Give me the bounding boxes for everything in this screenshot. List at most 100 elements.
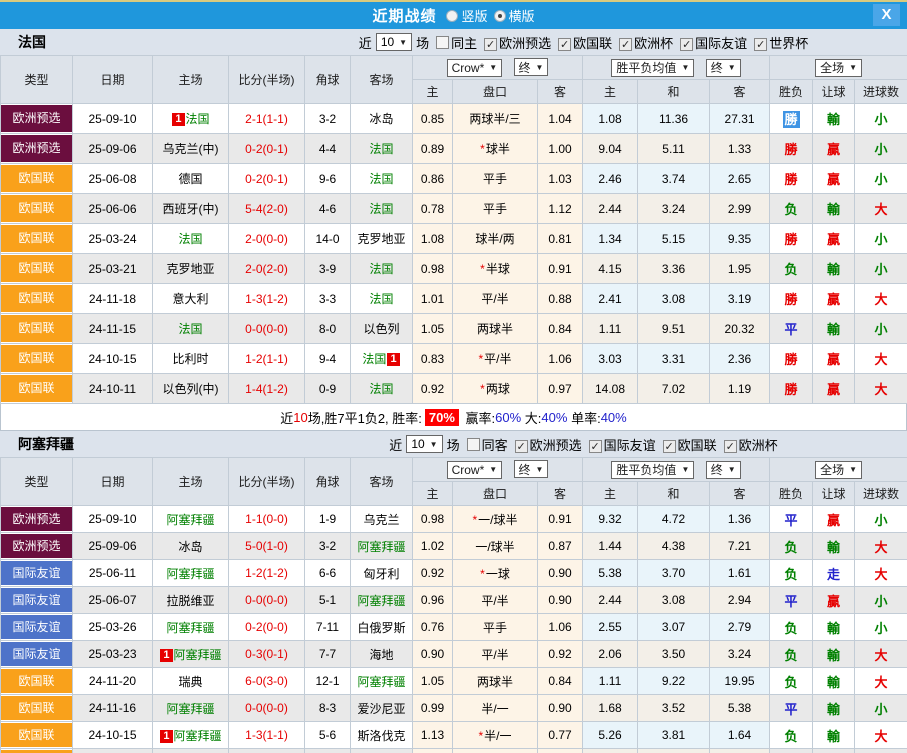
checkbox-checked-icon[interactable]: ✓ — [589, 440, 602, 453]
radio-horizontal-label[interactable]: 横版 — [509, 6, 535, 25]
star-icon: * — [472, 513, 477, 527]
star-icon: * — [480, 142, 485, 156]
checkbox-checked-icon[interactable]: ✓ — [754, 38, 767, 51]
cell-avg-home: 1.68 — [583, 695, 638, 722]
cell-date: 25-06-11 — [73, 560, 153, 587]
cell-odds-away: 0.90 — [538, 587, 583, 614]
league-filter[interactable]: ✓欧洲预选 — [508, 438, 582, 453]
league-filter-label[interactable]: 欧洲杯 — [739, 438, 778, 453]
competition-type-badge: 欧国联 — [1, 696, 72, 720]
odds-time-select[interactable]: 终▼ — [514, 58, 549, 76]
competition-type-badge: 欧洲预选 — [1, 135, 72, 162]
handicap-result-value: 贏 — [827, 382, 840, 397]
cell-type: 欧国联 — [1, 194, 73, 224]
cell-date: 25-09-06 — [73, 134, 153, 164]
close-button[interactable]: X — [873, 4, 900, 26]
league-filter[interactable]: ✓欧洲杯 — [612, 36, 673, 51]
competition-type-badge: 国际友谊 — [1, 561, 72, 585]
cell-score: 3-1(2-1) — [229, 749, 305, 753]
checkbox-checked-icon[interactable]: ✓ — [724, 440, 737, 453]
cell-handicap-result: 輸 — [813, 695, 855, 722]
team-name: 西班牙(中) — [163, 202, 219, 216]
league-filter[interactable]: ✓欧洲预选 — [477, 36, 551, 51]
cell-goals-result: 大 — [855, 641, 907, 668]
odds-company-select[interactable]: Crow*▼ — [447, 59, 503, 77]
league-filter[interactable]: ✓欧国联 — [551, 36, 612, 51]
same-venue-checkbox[interactable] — [467, 438, 480, 451]
odds-time-select[interactable]: 终▼ — [514, 460, 549, 478]
avg-type-select[interactable]: 胜平负均值▼ — [611, 461, 694, 479]
league-filter-label[interactable]: 国际友谊 — [695, 36, 747, 51]
league-filter-label[interactable]: 欧洲杯 — [634, 36, 673, 51]
subcol-header: 主 — [583, 80, 638, 104]
handicap-text: 球半/两 — [475, 232, 514, 246]
subcol-header: 客 — [538, 80, 583, 104]
scope-select[interactable]: 全场▼ — [815, 59, 862, 77]
cell-odds-home: 0.83 — [413, 344, 453, 374]
cell-odds-away: 0.77 — [538, 722, 583, 749]
cell-date: 25-06-08 — [73, 164, 153, 194]
cell-away: 法国 — [351, 284, 413, 314]
league-filter-label[interactable]: 国际友谊 — [604, 438, 656, 453]
avg-type-select[interactable]: 胜平负均值▼ — [611, 59, 694, 77]
competition-type-badge: 欧国联 — [1, 345, 72, 372]
cell-odds-away: 0.84 — [538, 668, 583, 695]
select-label-count: 10 — [411, 437, 424, 451]
cell-corners: 8-0 — [305, 314, 351, 344]
checkbox-checked-icon[interactable]: ✓ — [515, 440, 528, 453]
checkbox-checked-icon[interactable]: ✓ — [680, 38, 693, 51]
cell-handicap: 半/一 — [453, 695, 538, 722]
cell-goals-result: 大 — [855, 194, 907, 224]
avg-time-select[interactable]: 终▼ — [706, 461, 741, 479]
cell-away: 法国 — [351, 194, 413, 224]
cell-away: 克罗地亚 — [351, 224, 413, 254]
league-filter-label[interactable]: 世界杯 — [769, 36, 808, 51]
same-venue-checkbox[interactable] — [436, 36, 449, 49]
checkbox-checked-icon[interactable]: ✓ — [558, 38, 571, 51]
league-filter[interactable]: ✓国际友谊 — [673, 36, 747, 51]
col-header: 主场 — [153, 458, 229, 506]
checkbox-checked-icon[interactable]: ✓ — [484, 38, 497, 51]
cell-score: 1-3(1-1) — [229, 722, 305, 749]
checkbox-checked-icon[interactable]: ✓ — [619, 38, 632, 51]
cell-date: 24-10-11 — [73, 374, 153, 404]
cell-corners: 3-2 — [305, 533, 351, 560]
radio-vertical-layout[interactable] — [446, 10, 458, 22]
competition-type-badge: 国际友谊 — [1, 642, 72, 666]
handicap-text: 平手 — [483, 621, 507, 635]
cell-corners: 7-11 — [305, 614, 351, 641]
league-filter[interactable]: ✓国际友谊 — [582, 438, 656, 453]
league-filter[interactable]: ✓欧洲杯 — [717, 438, 778, 453]
cell-date: 25-09-10 — [73, 104, 153, 134]
cell-avg-away: 2.65 — [710, 164, 770, 194]
league-filter[interactable]: ✓欧国联 — [656, 438, 717, 453]
cell-type: 欧国联 — [1, 164, 73, 194]
same-venue-label[interactable]: 同主 — [451, 33, 477, 52]
match-count-select[interactable]: 10▼ — [376, 33, 412, 51]
league-filter-label[interactable]: 欧洲预选 — [530, 438, 582, 453]
cell-odds-home: 1.05 — [413, 668, 453, 695]
odds-company-select[interactable]: Crow*▼ — [447, 461, 503, 479]
cell-avg-home: 5.38 — [583, 560, 638, 587]
league-filter[interactable]: ✓世界杯 — [747, 36, 808, 51]
table-row: 欧洲预选25-09-10阿塞拜疆1-1(0-0)1-9乌克兰0.98*一/球半0… — [1, 506, 907, 533]
league-filters: ✓欧洲预选✓国际友谊✓欧国联✓欧洲杯 — [508, 435, 778, 454]
radio-vertical-label[interactable]: 竖版 — [461, 6, 487, 25]
avg-time-select[interactable]: 终▼ — [706, 59, 741, 77]
cell-result: 平 — [770, 695, 813, 722]
cell-date: 25-03-21 — [73, 254, 153, 284]
cell-handicap-result: 贏 — [813, 344, 855, 374]
handicap-text: 一/球半 — [475, 540, 514, 554]
match-count-select[interactable]: 10▼ — [406, 435, 442, 453]
section-header: 阿塞拜疆 近 10▼ 场 同客 ✓欧洲预选✓国际友谊✓欧国联✓欧洲杯 — [0, 431, 907, 457]
radio-horizontal-layout[interactable] — [494, 10, 506, 22]
handicap-result-value: 贏 — [827, 513, 840, 528]
league-filter-label[interactable]: 欧国联 — [678, 438, 717, 453]
scope-select[interactable]: 全场▼ — [815, 461, 862, 479]
cell-type: 欧国联 — [1, 284, 73, 314]
league-filter-label[interactable]: 欧洲预选 — [499, 36, 551, 51]
table-row: 欧洲预选25-09-06乌克兰(中)0-2(0-1)4-4法国0.89*球半1.… — [1, 134, 907, 164]
league-filter-label[interactable]: 欧国联 — [573, 36, 612, 51]
same-venue-label[interactable]: 同客 — [482, 435, 508, 454]
checkbox-checked-icon[interactable]: ✓ — [663, 440, 676, 453]
